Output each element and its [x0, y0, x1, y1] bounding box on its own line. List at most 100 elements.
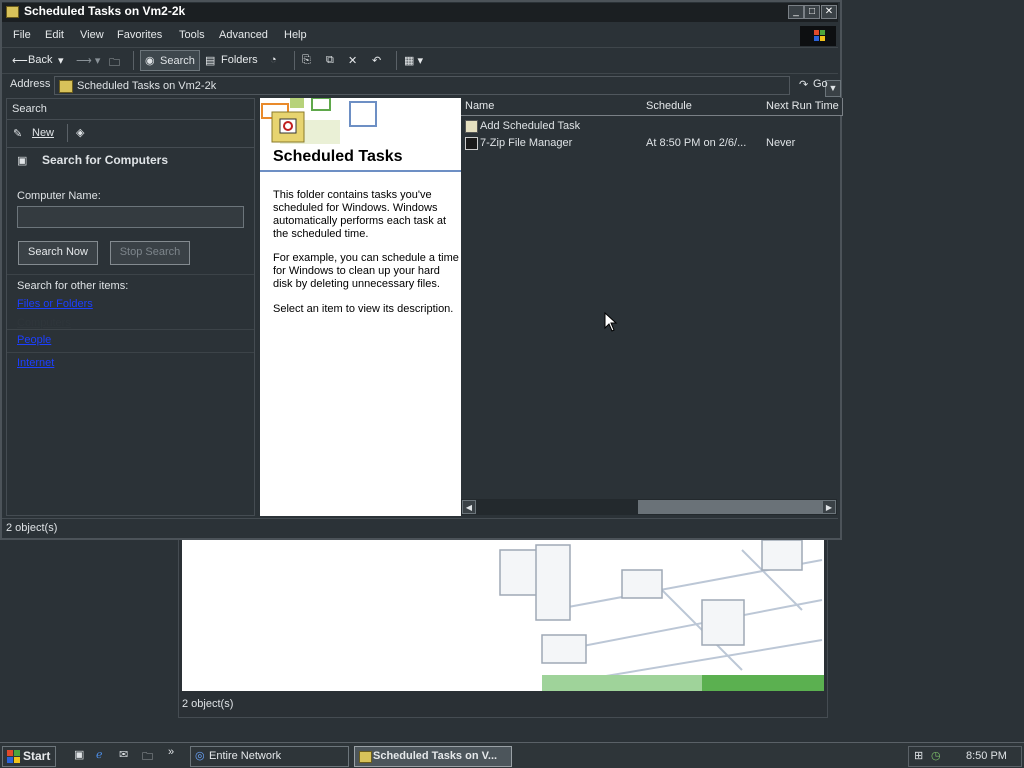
item-next-run: Never — [766, 137, 796, 149]
file-list: Name Schedule Next Run Time Add Schedule… — [461, 98, 843, 516]
list-item[interactable]: 7-Zip File Manager At 8:50 PM on 2/6/...… — [461, 136, 838, 152]
toolbar-separator — [294, 51, 295, 70]
computer-icon: ▣ — [17, 155, 28, 167]
address-label: Address — [10, 78, 51, 90]
start-label: Start — [23, 749, 51, 763]
pane-divider — [7, 352, 254, 353]
menu-bar: File Edit View Favorites Tools Advanced … — [2, 25, 838, 46]
link-files-or-folders[interactable]: Files or Folders — [17, 298, 93, 310]
task-label: Entire Network — [209, 750, 282, 762]
folder-icon — [359, 751, 372, 763]
forward-button[interactable]: ⟶ ▾ — [76, 54, 100, 67]
quicklaunch-overflow-icon[interactable]: » — [168, 746, 174, 758]
item-name: Add Scheduled Task — [480, 120, 581, 132]
windows-logo-icon — [800, 26, 836, 46]
taskbar-button-entire-network[interactable]: ◎ Entire Network — [190, 746, 349, 767]
explorer-icon[interactable]: 🗀 — [142, 748, 153, 767]
panel-title: Scheduled Tasks — [273, 148, 403, 165]
taskbar: Start ▣ ℯ ✉ 🗀 » ◎ Entire Network Schedul… — [0, 742, 1024, 768]
back-dropdown-icon[interactable]: ▾ — [58, 54, 64, 67]
address-input[interactable]: Scheduled Tasks on Vm2-2k ▼ — [54, 76, 841, 97]
background-status-bar: 2 object(s) — [182, 698, 234, 710]
search-for-computers-title: Search for Computers — [42, 153, 169, 167]
close-button[interactable]: ✕ — [821, 5, 837, 19]
panel-description-1: This folder contains tasks you've schedu… — [273, 189, 447, 240]
up-folder-icon[interactable]: 🗀 — [109, 54, 120, 73]
delete-icon[interactable]: ✕ — [348, 54, 357, 67]
undo-icon[interactable]: ↶ — [372, 54, 381, 67]
address-bar: Address Scheduled Tasks on Vm2-2k ▼ ↷ Go — [2, 73, 841, 97]
mouse-cursor-icon — [604, 312, 618, 332]
folder-icon — [59, 80, 73, 93]
go-arrow-icon[interactable]: ↷ — [799, 78, 808, 91]
folders-button[interactable]: Folders — [221, 54, 258, 66]
column-header-next-run-time[interactable]: Next Run Time — [762, 98, 843, 116]
folders-icon: ▤ — [205, 55, 216, 67]
views-icon[interactable]: ▦ ▾ — [404, 54, 423, 67]
menu-file[interactable]: File — [13, 29, 31, 41]
network-illustration — [499, 540, 824, 691]
pane-separator — [67, 124, 68, 142]
search-button-label: Search — [160, 55, 195, 67]
minimize-button[interactable]: _ — [788, 5, 804, 19]
search-pane-header: Search — [7, 99, 254, 120]
outlook-express-icon[interactable]: ✉ — [119, 748, 128, 761]
horizontal-scrollbar[interactable]: ◀ ▶ — [461, 499, 837, 515]
menu-help[interactable]: Help — [284, 29, 307, 41]
other-items-label: Search for other items: — [17, 280, 129, 292]
menu-view[interactable]: View — [80, 29, 104, 41]
history-icon[interactable]: ◔ — [270, 54, 277, 66]
network-tray-icon[interactable]: ⊞ — [914, 749, 923, 762]
search-pane: Search ✎ New ◈ ▣ Search for Computers Co… — [6, 98, 255, 516]
new-search-button[interactable]: New — [32, 127, 54, 139]
system-tray: ⊞ ◷ 8:50 PM — [908, 746, 1022, 767]
background-window-content — [182, 540, 824, 691]
window-title: Scheduled Tasks on Vm2-2k — [24, 4, 186, 18]
start-button[interactable]: Start — [2, 746, 56, 767]
scroll-right-button[interactable]: ▶ — [822, 500, 836, 514]
search-now-button[interactable]: Search Now — [18, 241, 98, 265]
search-pane-title: Search — [12, 103, 47, 115]
internet-explorer-icon[interactable]: ℯ — [96, 748, 103, 761]
menu-favorites[interactable]: Favorites — [117, 29, 162, 41]
list-item[interactable]: Add Scheduled Task — [461, 119, 838, 135]
clock[interactable]: 8:50 PM — [966, 750, 1007, 762]
back-button[interactable]: Back — [28, 54, 52, 66]
scheduler-tray-icon[interactable]: ◷ — [931, 749, 941, 762]
pane-divider — [7, 274, 254, 275]
column-header-schedule[interactable]: Schedule — [642, 98, 767, 116]
menu-tools[interactable]: Tools — [179, 29, 205, 41]
maximize-button[interactable]: □ — [804, 5, 820, 19]
menu-advanced[interactable]: Advanced — [219, 29, 268, 41]
toolbar-separator — [133, 51, 134, 70]
move-to-icon[interactable]: ⎘ — [302, 54, 311, 67]
go-button[interactable]: Go — [813, 78, 828, 90]
search-icon: ◉ — [145, 55, 155, 67]
link-computers[interactable]: Computers — [17, 317, 71, 329]
copy-to-icon[interactable]: ⧉ — [326, 54, 334, 67]
status-text: 2 object(s) — [6, 522, 58, 534]
menu-edit[interactable]: Edit — [45, 29, 64, 41]
scroll-thumb[interactable] — [638, 500, 822, 514]
column-header-name[interactable]: Name — [461, 98, 647, 116]
network-icon: ◎ — [195, 750, 205, 762]
search-button[interactable]: ◉ Search — [140, 50, 200, 71]
link-internet[interactable]: Internet — [17, 357, 54, 369]
folder-icon — [6, 6, 19, 18]
item-schedule: At 8:50 PM on 2/6/... — [646, 137, 747, 149]
show-desktop-icon[interactable]: ▣ — [74, 748, 84, 761]
folder-info-panel: Scheduled Tasks This folder contains tas… — [260, 98, 461, 516]
scheduled-tasks-banner-icon — [261, 98, 377, 144]
seven-zip-icon — [465, 137, 478, 150]
stop-search-button: Stop Search — [110, 241, 190, 265]
pane-divider — [7, 329, 254, 330]
search-options-icon[interactable]: ◈ — [76, 126, 84, 139]
panel-description-2: For example, you can schedule a time for… — [273, 252, 459, 290]
scroll-left-button[interactable]: ◀ — [462, 500, 476, 514]
toolbar-separator — [396, 51, 397, 70]
taskbar-button-scheduled-tasks[interactable]: Scheduled Tasks on V... — [354, 746, 512, 767]
new-search-icon: ✎ — [13, 128, 23, 140]
task-label: Scheduled Tasks on V... — [373, 750, 498, 762]
link-people[interactable]: People — [17, 334, 51, 346]
computer-name-input[interactable] — [17, 206, 244, 228]
